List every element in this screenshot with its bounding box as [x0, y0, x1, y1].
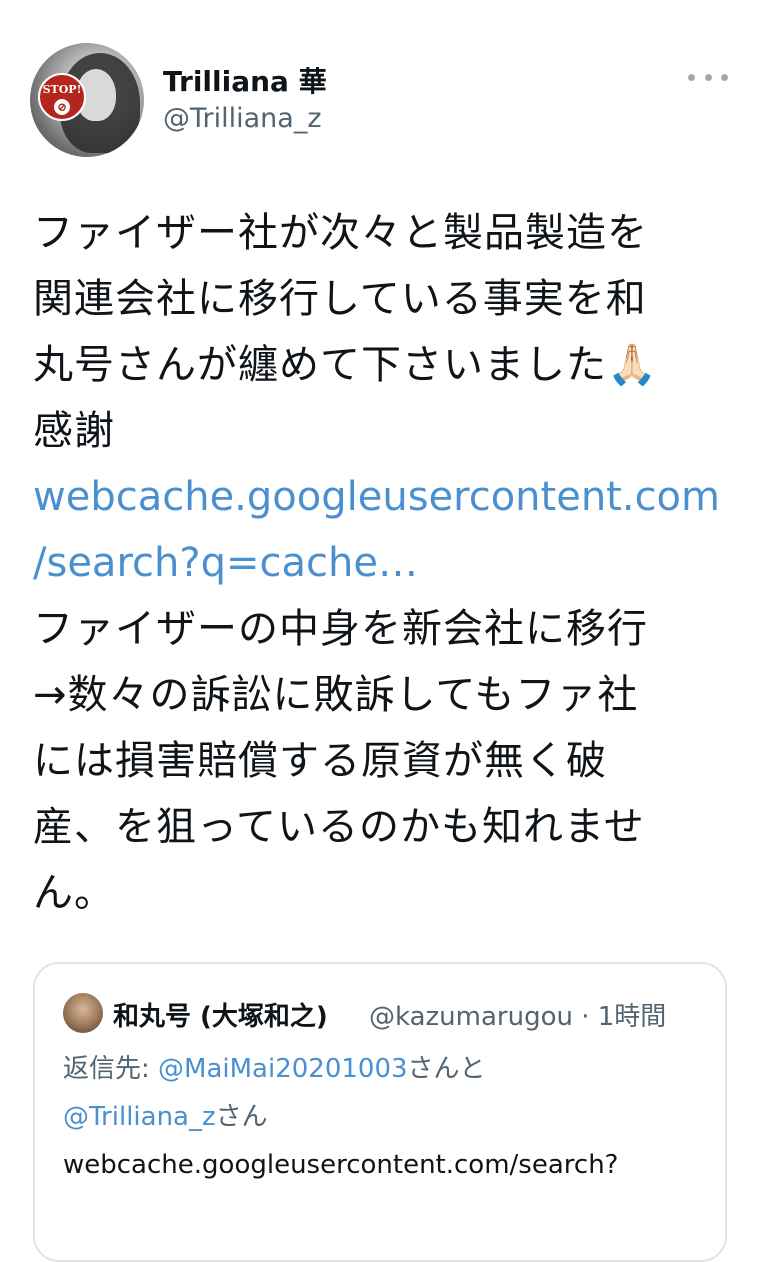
tweet-line: には損害賠償する原資が無く破	[33, 738, 607, 784]
author-display-name[interactable]: Trilliana 華	[163, 60, 327, 100]
no-syringe-icon: ⊘	[54, 99, 70, 115]
reply-suffix: さん	[215, 1102, 268, 1132]
quote-author-name: 和丸号 (大塚和之)	[113, 1002, 328, 1032]
tweet-link[interactable]: webcache.googleusercontent.com	[33, 464, 733, 530]
more-dot	[688, 73, 695, 81]
quote-tweet-card[interactable]: 和丸号 (大塚和之) @kazumarugou · 1時間 返信先: @MaiM…	[33, 962, 727, 1262]
tweet-text: ファイザー社が次々と製品製造を 関連会社に移行している事実を和 丸号さんが纏めて…	[33, 200, 733, 926]
reply-joiner: さんと	[407, 1054, 486, 1084]
tweet-line: ん。	[33, 870, 115, 916]
more-options-icon[interactable]	[688, 62, 728, 92]
tweet-line: 産、を狙っているのかも知れませ	[33, 804, 645, 850]
tweet-line: →数々の訴訟に敗訴してもファ社	[33, 672, 639, 718]
quote-author-handle-time: @kazumarugou · 1時間	[369, 1002, 667, 1032]
quote-reply-context: 返信先: @MaiMai20201003さんと	[63, 1048, 486, 1085]
quote-text: webcache.googleusercontent.com/search?	[63, 1150, 619, 1180]
stop-badge-icon: STOP! ⊘	[38, 73, 86, 121]
tweet-line: ファイザーの中身を新会社に移行	[33, 606, 648, 652]
stop-badge-label: STOP!	[42, 83, 82, 96]
more-dot	[704, 73, 712, 81]
author-handle[interactable]: @Trilliana_z	[163, 103, 322, 134]
quote-reply-context-2: @Trilliana_zさん	[63, 1096, 268, 1133]
quote-author-avatar	[63, 993, 103, 1033]
tweet-line: 関連会社に移行している事実を和	[33, 276, 647, 322]
author-avatar[interactable]: STOP! ⊘	[30, 43, 144, 157]
tweet-line: 丸号さんが纏めて下さいました🙏🏻	[33, 342, 658, 388]
reply-mention[interactable]: @MaiMai20201003	[158, 1054, 408, 1084]
more-dot	[721, 73, 728, 81]
reply-prefix: 返信先:	[63, 1054, 159, 1084]
tweet-line: ファイザー社が次々と製品製造を	[33, 210, 648, 256]
tweet-line: 感謝	[33, 408, 115, 454]
tweet-header: STOP! ⊘ Trilliana 華 @Trilliana_z	[0, 0, 760, 170]
reply-mention[interactable]: @Trilliana_z	[63, 1102, 216, 1132]
tweet-link[interactable]: /search?q=cache…	[33, 530, 733, 596]
